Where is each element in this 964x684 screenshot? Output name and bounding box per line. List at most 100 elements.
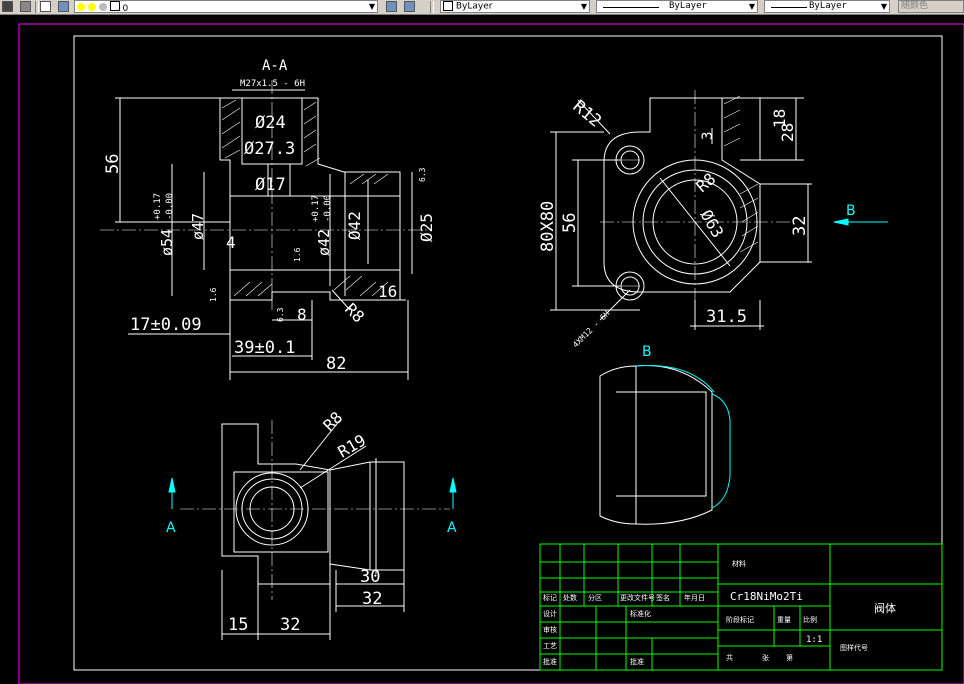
dim-side-h28: 28 [778,123,797,142]
dim-side-80x80: 80X80 [538,201,558,252]
dim-d54: ø54 [158,229,176,256]
lineweight-preview [771,7,807,8]
color-swatch-icon [443,1,453,11]
cad-drawing: A-A M27x1.5 - 6H Ø24 Ø27.3 Ø17 56 ø54 +0… [18,23,964,684]
layers-stack-icon[interactable] [58,1,69,12]
side-dimension-texts: R12 18 28 3 R8 Ø63 80X80 56 32 31.5 4XM1… [538,97,856,350]
tb-design: 设计 [543,609,557,618]
lineweight-combo[interactable]: ByLayer ▼ [764,0,890,13]
chevron-down-icon[interactable]: ▼ [581,1,587,12]
layer-value: 0 [122,4,129,13]
dim-d25: Ø25 [417,213,436,242]
dim-plan-w32b: 32 [280,615,300,635]
chevron-down-icon[interactable]: ▼ [881,1,887,12]
view-b-arrow-label: B [846,203,856,219]
sun-icon [87,3,96,11]
paper-border [18,23,964,684]
view-a-left-label: A [166,520,176,536]
tb-process: 工艺 [543,642,557,650]
layer-combo[interactable]: 0 ▼ [74,0,378,13]
previous-layer-icon[interactable] [404,1,415,12]
tb-material-label: 材料 [732,559,746,568]
tb-standardize: 标准化 [630,609,651,618]
tb-weight: 重量 [777,616,791,624]
tb-sheet: 张 [762,653,769,662]
dim-side-r12: R12 [569,97,605,132]
tb-drawing-no-label: 图样代号 [840,643,868,652]
drawing-canvas[interactable]: A-A M27x1.5 - 6H Ø24 Ø27.3 Ø17 56 ø54 +0… [0,15,964,684]
side-view [550,90,888,330]
roughness-1-6-a: 1.6 [209,287,218,302]
color-value: ByLayer [455,1,493,12]
dim-d24: Ø24 [255,113,286,133]
dim-d42: Ø42 [345,211,364,240]
dim-h56: 56 [103,154,123,174]
dim-plan-r19: R19 [335,431,370,462]
dim-side-holes: 4XM12 - 6H [571,309,612,350]
tb-review: 审核 [543,625,557,634]
dim-l17: 17±0.09 [130,315,202,335]
properties-toolbar: 0 ▼ ByLayer ▼ ByLayer ▼ ByLayer ▼ 随颜色 [0,0,964,15]
view-b-label: B [642,344,652,360]
match-layer-icon[interactable] [40,1,51,12]
plan-dimension-texts: R8 R19 30 32 15 32 A A [166,408,457,635]
chevron-down-icon[interactable]: ▼ [369,1,375,12]
tb-approve-2: 批准 [630,657,644,666]
dim-d54-tol-up: +0.17 [153,193,163,220]
tb-mark: 标记 [543,593,557,602]
section-dimension-texts: Ø24 Ø27.3 Ø17 56 ø54 +0.17 -0.00 ø47 ø42… [103,113,436,374]
view-b [599,365,731,525]
chevron-down-icon[interactable]: ▼ [749,1,755,12]
tb-part-name: 阀体 [874,601,896,615]
dim-side-h3: 3 [700,132,716,140]
tb-approve: 批准 [543,657,557,666]
dim-side-w31-5: 31.5 [706,307,747,327]
section-title: A-A [262,58,288,74]
tb-scale: 1:1 [806,635,822,645]
plan-view [168,419,457,640]
toolbar-separator [35,1,39,13]
layer-manager-icon[interactable] [2,1,13,12]
roughness-6-3-a: 6.3 [418,167,427,182]
lock-icon [98,3,107,11]
linetype-combo[interactable]: ByLayer ▼ [596,0,758,13]
dim-side-h32: 32 [790,216,810,236]
linetype-value: ByLayer [669,1,707,11]
roughness-1-6-b: 1.6 [293,247,302,262]
lightbulb-icon [77,3,85,11]
dim-d17: Ø17 [255,175,286,195]
dim-d42-tol-up: +0.17 [311,195,321,222]
plotstyle-combo[interactable]: 随颜色 [898,0,964,13]
linetype-preview [603,7,659,8]
color-combo[interactable]: ByLayer ▼ [440,0,590,13]
dim-d42-tol-dn: -0.00 [323,195,333,222]
lineweight-value: ByLayer [809,1,847,11]
dim-side-r8: R8 [692,169,719,196]
tb-stage-mark: 阶段标记 [726,615,754,624]
dim-side-h56: 56 [560,213,580,233]
layer-states-icon[interactable] [20,1,31,12]
dim-w16: 16 [378,282,397,301]
view-a-right-label: A [447,520,457,536]
dim-d47: ø47 [189,213,207,240]
toolbar-separator [430,1,434,13]
dim-plan-w30: 30 [360,567,380,587]
drawing-frame [73,35,943,671]
roughness-6-3-b: 6.3 [276,307,285,322]
color-swatch-icon [109,1,120,11]
dim-d42-tol: ø42 [315,229,333,256]
tb-page: 第 [786,653,793,662]
tb-sign: 签名 [656,593,670,602]
dim-side-d63: Ø63 [697,207,728,242]
dim-l39: 39±0.1 [234,338,295,358]
dim-plan-w32a: 32 [362,589,382,609]
make-current-layer-icon[interactable] [386,1,397,12]
dim-d27: Ø27.3 [244,139,295,159]
tb-zone: 分区 [588,593,602,602]
dim-plan-r8: R8 [319,408,346,435]
thread-label: M27x1.5 - 6H [240,79,305,89]
tb-date: 年月日 [684,593,705,602]
tb-ratio: 比例 [803,615,817,624]
dim-d54-tol-dn: -0.00 [165,193,175,220]
plotstyle-value: 随颜色 [901,1,929,11]
